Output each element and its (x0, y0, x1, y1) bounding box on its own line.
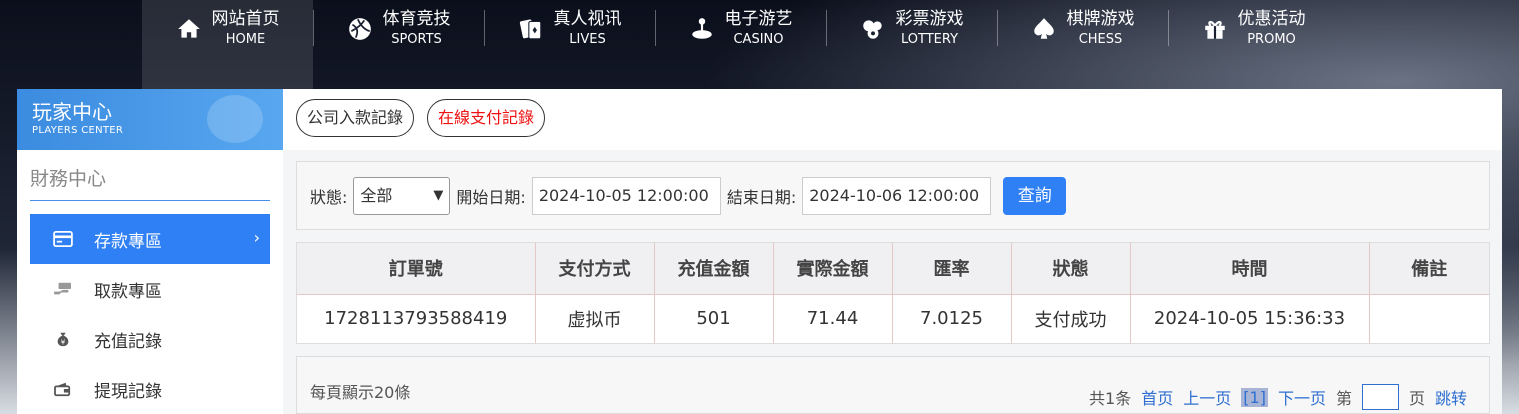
pagination-bar: 每頁顯示20條 共1条 首页 上一页 [1] 下一页 第 页 跳转 (296, 356, 1490, 414)
jump-button[interactable]: 跳转 (1435, 385, 1467, 409)
nav-sublabel: PROMO (1247, 32, 1296, 47)
home-icon (176, 16, 202, 42)
start-date-label: 開始日期: (456, 187, 526, 207)
svg-text:¥: ¥ (61, 337, 66, 346)
column-header: 狀態 (1011, 243, 1131, 295)
sidebar-item-withdraw[interactable]: 取款專區 (30, 264, 270, 314)
nav-label: 电子游艺 (724, 9, 793, 29)
first-page-link[interactable]: 首页 (1141, 385, 1173, 409)
page-number-input[interactable] (1361, 384, 1399, 410)
main-panel: 公司入款記錄 在線支付記錄 狀態: 全部 ▼ 開始日期: 2024-10-05 … (283, 89, 1502, 414)
cash-hand-icon (52, 280, 74, 298)
nav-sublabel: HOME (225, 32, 266, 47)
status-cell: 支付成功 (1011, 294, 1131, 343)
column-header: 時間 (1130, 243, 1370, 295)
gift-icon (1202, 16, 1228, 42)
finance-center-title: 財務中心 (30, 164, 270, 201)
nav-promo[interactable]: 优惠活动 PROMO (1168, 0, 1339, 89)
nav-label: 棋牌游戏 (1066, 9, 1135, 29)
nav-label: 真人视讯 (553, 9, 622, 29)
nav-chess[interactable]: 棋牌游戏 CHESS (997, 0, 1168, 89)
nav-label: 优惠活动 (1237, 9, 1306, 29)
end-date-label: 結束日期: (726, 187, 797, 207)
nav-sports[interactable]: 体育竞技 SPORTS (313, 0, 484, 89)
remark-cell (1369, 294, 1489, 343)
record-tabs: 公司入款記錄 在線支付記錄 (283, 89, 1502, 150)
time-cell: 2024-10-05 15:36:33 (1130, 294, 1370, 343)
sidebar-menu: 存款專區 › 取款專區 ¥ 充值記錄 提現記錄 (17, 214, 283, 414)
goto-prefix: 第 (1335, 389, 1352, 408)
pagination-controls: 共1条 首页 上一页 [1] 下一页 第 页 跳转 (1089, 384, 1467, 410)
nav-lives[interactable]: 真人视讯 LIVES (484, 0, 655, 89)
card-icon (52, 230, 74, 248)
exchange-rate-cell: 7.0125 (892, 294, 1012, 343)
tab-online-payment-records[interactable]: 在線支付記錄 (427, 99, 546, 137)
spade-icon (1031, 16, 1057, 42)
records-table: 訂單號 支付方式 充值金額 實際金額 匯率 狀態 時間 備註 172811379… (296, 242, 1490, 344)
payment-method-cell: 虚拟币 (535, 294, 655, 343)
nav-label: 网站首页 (211, 9, 280, 29)
actual-amount-cell: 71.44 (773, 294, 893, 343)
next-page-link[interactable]: 下一页 (1278, 385, 1326, 409)
gamepad-decoration-icon (207, 95, 263, 143)
goto-suffix: 页 (1408, 389, 1425, 408)
chevron-right-icon: › (253, 228, 260, 247)
order-number-cell: 1728113793588419 (297, 294, 536, 343)
lottery-balls-icon (860, 16, 886, 42)
tab-company-deposit-records[interactable]: 公司入款記錄 (296, 99, 415, 137)
sidebar-item-label: 存款專區 (94, 231, 162, 252)
recharge-amount-cell: 501 (654, 294, 774, 343)
cards-icon (518, 16, 544, 42)
ball-icon (347, 16, 373, 42)
sidebar-item-recharge-records[interactable]: ¥ 充值記錄 (30, 314, 270, 364)
column-header: 備註 (1369, 243, 1489, 295)
status-select[interactable]: 全部 ▼ (353, 176, 451, 215)
nav-sublabel: CHESS (1078, 32, 1123, 47)
per-page-text: 每頁顯示20條 (310, 383, 411, 402)
column-header: 充值金額 (654, 243, 774, 295)
sidebar-item-withdraw-records[interactable]: 提現記錄 (30, 364, 270, 414)
sidebar-item-label: 提現記錄 (94, 381, 162, 402)
nav-casino[interactable]: 电子游艺 CASINO (655, 0, 826, 89)
column-header: 支付方式 (535, 243, 655, 295)
money-bag-icon: ¥ (52, 330, 74, 348)
nav-sublabel: LOTTERY (900, 32, 959, 47)
nav-sublabel: LIVES (569, 32, 606, 47)
sidebar-item-label: 充值記錄 (94, 331, 162, 352)
end-date-input[interactable]: 2024-10-06 12:00:00 (802, 176, 992, 215)
column-header: 實際金額 (773, 243, 893, 295)
status-select-value: 全部 (360, 185, 393, 205)
sidebar: 玩家中心 PLAYERS CENTER 財務中心 存款專區 › 取款專區 ¥ 充… (17, 89, 283, 414)
nav-label: 彩票游戏 (895, 9, 964, 29)
sidebar-item-label: 取款專區 (94, 281, 162, 302)
filter-bar: 狀態: 全部 ▼ 開始日期: 2024-10-05 12:00:00 結束日期:… (296, 161, 1490, 230)
table-row: 1728113793588419 虚拟币 501 71.44 7.0125 支付… (297, 294, 1489, 343)
chevron-down-icon: ▼ (433, 187, 444, 203)
sidebar-item-deposit[interactable]: 存款專區 › (30, 214, 270, 264)
current-page: [1] (1241, 387, 1268, 407)
nav-lottery[interactable]: 彩票游戏 LOTTERY (826, 0, 997, 89)
query-button[interactable]: 查詢 (1003, 176, 1067, 215)
column-header: 匯率 (892, 243, 1012, 295)
total-count: 共1条 (1089, 389, 1132, 408)
nav-home[interactable]: 网站首页 HOME (142, 0, 313, 89)
joystick-icon (689, 16, 715, 42)
top-nav: 网站首页 HOME 体育竞技 SPORTS 真人视讯 LIVES 电子游艺 CASINO… (142, 0, 1339, 89)
players-center-header: 玩家中心 PLAYERS CENTER (17, 89, 283, 150)
wallet-icon (52, 380, 74, 398)
nav-sublabel: SPORTS (391, 32, 442, 47)
table-header-row: 訂單號 支付方式 充值金額 實際金額 匯率 狀態 時間 備註 (297, 243, 1489, 295)
column-header: 訂單號 (297, 243, 536, 295)
nav-sublabel: CASINO (733, 32, 784, 47)
prev-page-link[interactable]: 上一页 (1183, 385, 1231, 409)
start-date-input[interactable]: 2024-10-05 12:00:00 (531, 176, 721, 215)
status-label: 狀態: (310, 187, 348, 207)
nav-label: 体育竞技 (382, 9, 451, 29)
